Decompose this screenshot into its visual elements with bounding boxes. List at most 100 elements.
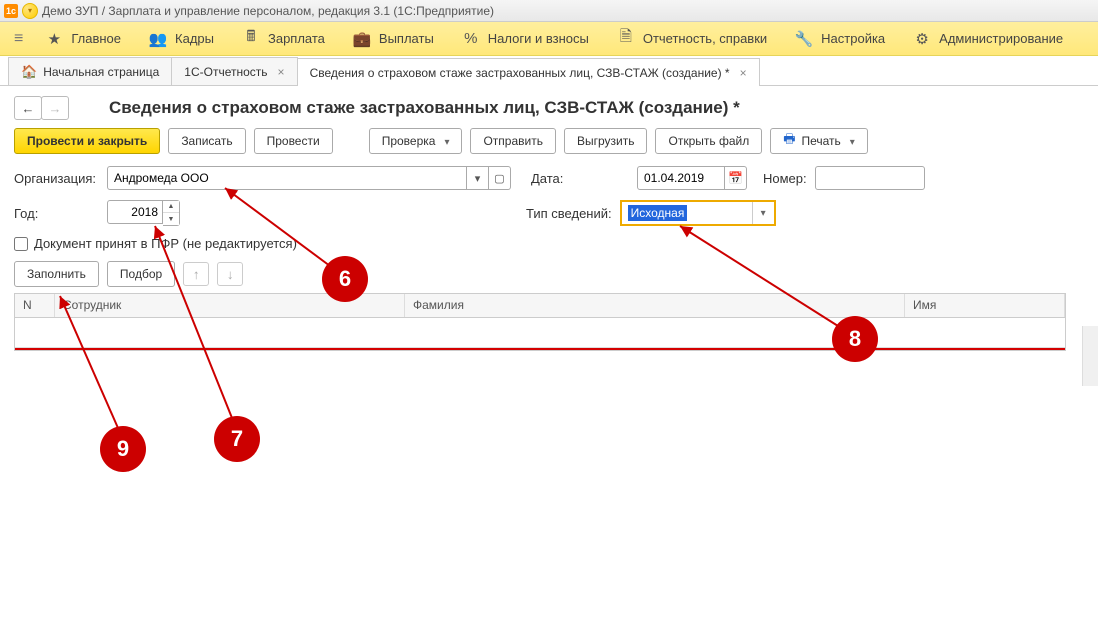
print-label: Печать — [801, 134, 840, 148]
content: ← → Сведения о страховом стаже застрахов… — [0, 86, 1098, 638]
tab-1c-report-label: 1С-Отчетность — [184, 65, 267, 79]
close-icon[interactable]: × — [740, 66, 747, 80]
menu-payments-label: Выплаты — [379, 31, 434, 46]
nav-back-button[interactable]: ← — [14, 96, 42, 120]
tab-home[interactable]: 🏠Начальная страница — [8, 57, 172, 85]
type-select-value: Исходная — [622, 202, 752, 224]
menu-taxes[interactable]: % Налоги и взносы — [448, 22, 603, 56]
menu-taxes-label: Налоги и взносы — [488, 31, 589, 46]
menu-reports[interactable]: 🗎 Отчетность, справки — [603, 22, 781, 56]
menu-main-label: Главное — [71, 31, 121, 46]
pick-label: Подбор — [120, 267, 162, 281]
open-file-label: Открыть файл — [668, 134, 749, 148]
print-button[interactable]: 🖶 Печать — [770, 128, 868, 154]
date-input-group: 📅 — [637, 166, 747, 190]
org-label: Организация: — [14, 171, 99, 186]
send-label: Отправить — [483, 134, 543, 148]
grid-active-line — [15, 348, 1065, 350]
star-icon: ★ — [45, 30, 63, 48]
check-label: Проверка — [382, 134, 436, 148]
people-icon: 👥 — [149, 30, 167, 48]
org-input-group: ▾ ▢ — [107, 166, 511, 190]
gear-icon: ⚙ — [913, 30, 931, 48]
menu-salary-label: Зарплата — [268, 31, 325, 46]
year-spinner: ▲ ▼ — [163, 200, 180, 226]
percent-icon: % — [462, 30, 480, 48]
number-input[interactable] — [815, 166, 925, 190]
number-label: Номер: — [763, 171, 807, 186]
main-menu: ≡ ★ Главное 👥 Кадры 🖩 Зарплата 💼 Выплаты % На… — [0, 22, 1098, 56]
type-value-text: Исходная — [628, 205, 688, 221]
callout-9: 9 — [100, 426, 146, 472]
doc-accepted-row: Документ принят в ПФР (не редактируется) — [14, 236, 1084, 251]
fill-button[interactable]: Заполнить — [14, 261, 99, 287]
post-and-close-button[interactable]: Провести и закрыть — [14, 128, 160, 154]
type-dropdown-button[interactable]: ▾ — [752, 202, 774, 224]
close-icon[interactable]: × — [278, 65, 285, 79]
menu-admin[interactable]: ⚙ Администрирование — [899, 22, 1077, 56]
window-title: Демо ЗУП / Зарплата и управление персона… — [42, 4, 494, 18]
menu-settings[interactable]: 🔧Настройка — [781, 22, 899, 56]
app-menu-dropdown[interactable]: ▾ — [22, 3, 38, 19]
year-input-group: ▲ ▼ — [107, 200, 180, 226]
org-open-button[interactable]: ▢ — [489, 166, 511, 190]
col-n[interactable]: N — [15, 294, 55, 317]
menu-hr-label: Кадры — [175, 31, 214, 46]
year-down-button[interactable]: ▼ — [163, 213, 179, 225]
doc-accepted-checkbox[interactable] — [14, 237, 28, 251]
document-icon: 🗎 — [617, 30, 635, 48]
grid-body[interactable] — [15, 318, 1065, 348]
menu-salary[interactable]: 🖩 Зарплата — [228, 22, 339, 56]
vertical-scrollbar[interactable] — [1082, 326, 1098, 386]
post-and-close-label: Провести и закрыть — [27, 134, 147, 148]
menu-admin-label: Администрирование — [939, 31, 1063, 46]
send-button[interactable]: Отправить — [470, 128, 556, 154]
callout-7: 7 — [214, 416, 260, 462]
callout-6: 6 — [322, 256, 368, 302]
date-input[interactable] — [637, 166, 725, 190]
post-button[interactable]: Провести — [254, 128, 333, 154]
calendar-button[interactable]: 📅 — [725, 166, 747, 190]
tab-1c-report[interactable]: 1С-Отчетность × — [171, 57, 297, 85]
year-up-button[interactable]: ▲ — [163, 201, 179, 213]
sub-toolbar: Заполнить Подбор ↑ ↓ — [14, 261, 1084, 287]
menu-hr[interactable]: 👥 Кадры — [135, 22, 228, 56]
export-button[interactable]: Выгрузить — [564, 128, 648, 154]
menu-payments[interactable]: 💼 Выплаты — [339, 22, 448, 56]
year-label: Год: — [14, 206, 99, 221]
org-input[interactable] — [107, 166, 467, 190]
fill-label: Заполнить — [27, 267, 86, 281]
check-button[interactable]: Проверка — [369, 128, 463, 154]
page-title: Сведения о страховом стаже застрахованны… — [109, 98, 740, 118]
calculator-icon: 🖩 — [242, 30, 260, 48]
open-file-button[interactable]: Открыть файл — [655, 128, 762, 154]
grid-header: N Сотрудник Фамилия Имя — [15, 294, 1065, 318]
nav-forward-button[interactable]: → — [41, 96, 69, 120]
col-name[interactable]: Имя — [905, 294, 1065, 317]
title-bar: 1c ▾ Демо ЗУП / Зарплата и управление пе… — [0, 0, 1098, 22]
action-toolbar: Провести и закрыть Записать Провести Про… — [14, 128, 1084, 154]
chevron-down-icon — [847, 134, 855, 148]
menu-main[interactable]: ★ Главное — [31, 22, 135, 56]
wrench-icon: 🔧 — [795, 30, 813, 48]
type-label: Тип сведений: — [526, 206, 612, 221]
save-button[interactable]: Записать — [168, 128, 245, 154]
tabs: 🏠Начальная страница 1С-Отчетность × Сведе… — [0, 56, 1098, 86]
menu-reports-label: Отчетность, справки — [643, 31, 767, 46]
doc-accepted-label: Документ принят в ПФР (не редактируется) — [34, 236, 297, 251]
col-lastname[interactable]: Фамилия — [405, 294, 905, 317]
pick-button[interactable]: Подбор — [107, 261, 175, 287]
print-icon: 🖶 — [783, 130, 795, 152]
wallet-icon: 💼 — [353, 30, 371, 48]
export-label: Выгрузить — [577, 134, 635, 148]
burger-icon[interactable]: ≡ — [6, 30, 31, 48]
tab-szv-stazh[interactable]: Сведения о страховом стаже застрахованны… — [297, 58, 760, 86]
tab-szv-stazh-label: Сведения о страховом стаже застрахованны… — [310, 66, 730, 80]
type-select[interactable]: Исходная ▾ — [620, 200, 776, 226]
year-input[interactable] — [107, 200, 163, 224]
callout-8: 8 — [832, 316, 878, 362]
move-up-button[interactable]: ↑ — [183, 262, 209, 286]
app-icon: 1c — [4, 4, 18, 18]
org-dropdown-button[interactable]: ▾ — [467, 166, 489, 190]
move-down-button[interactable]: ↓ — [217, 262, 243, 286]
